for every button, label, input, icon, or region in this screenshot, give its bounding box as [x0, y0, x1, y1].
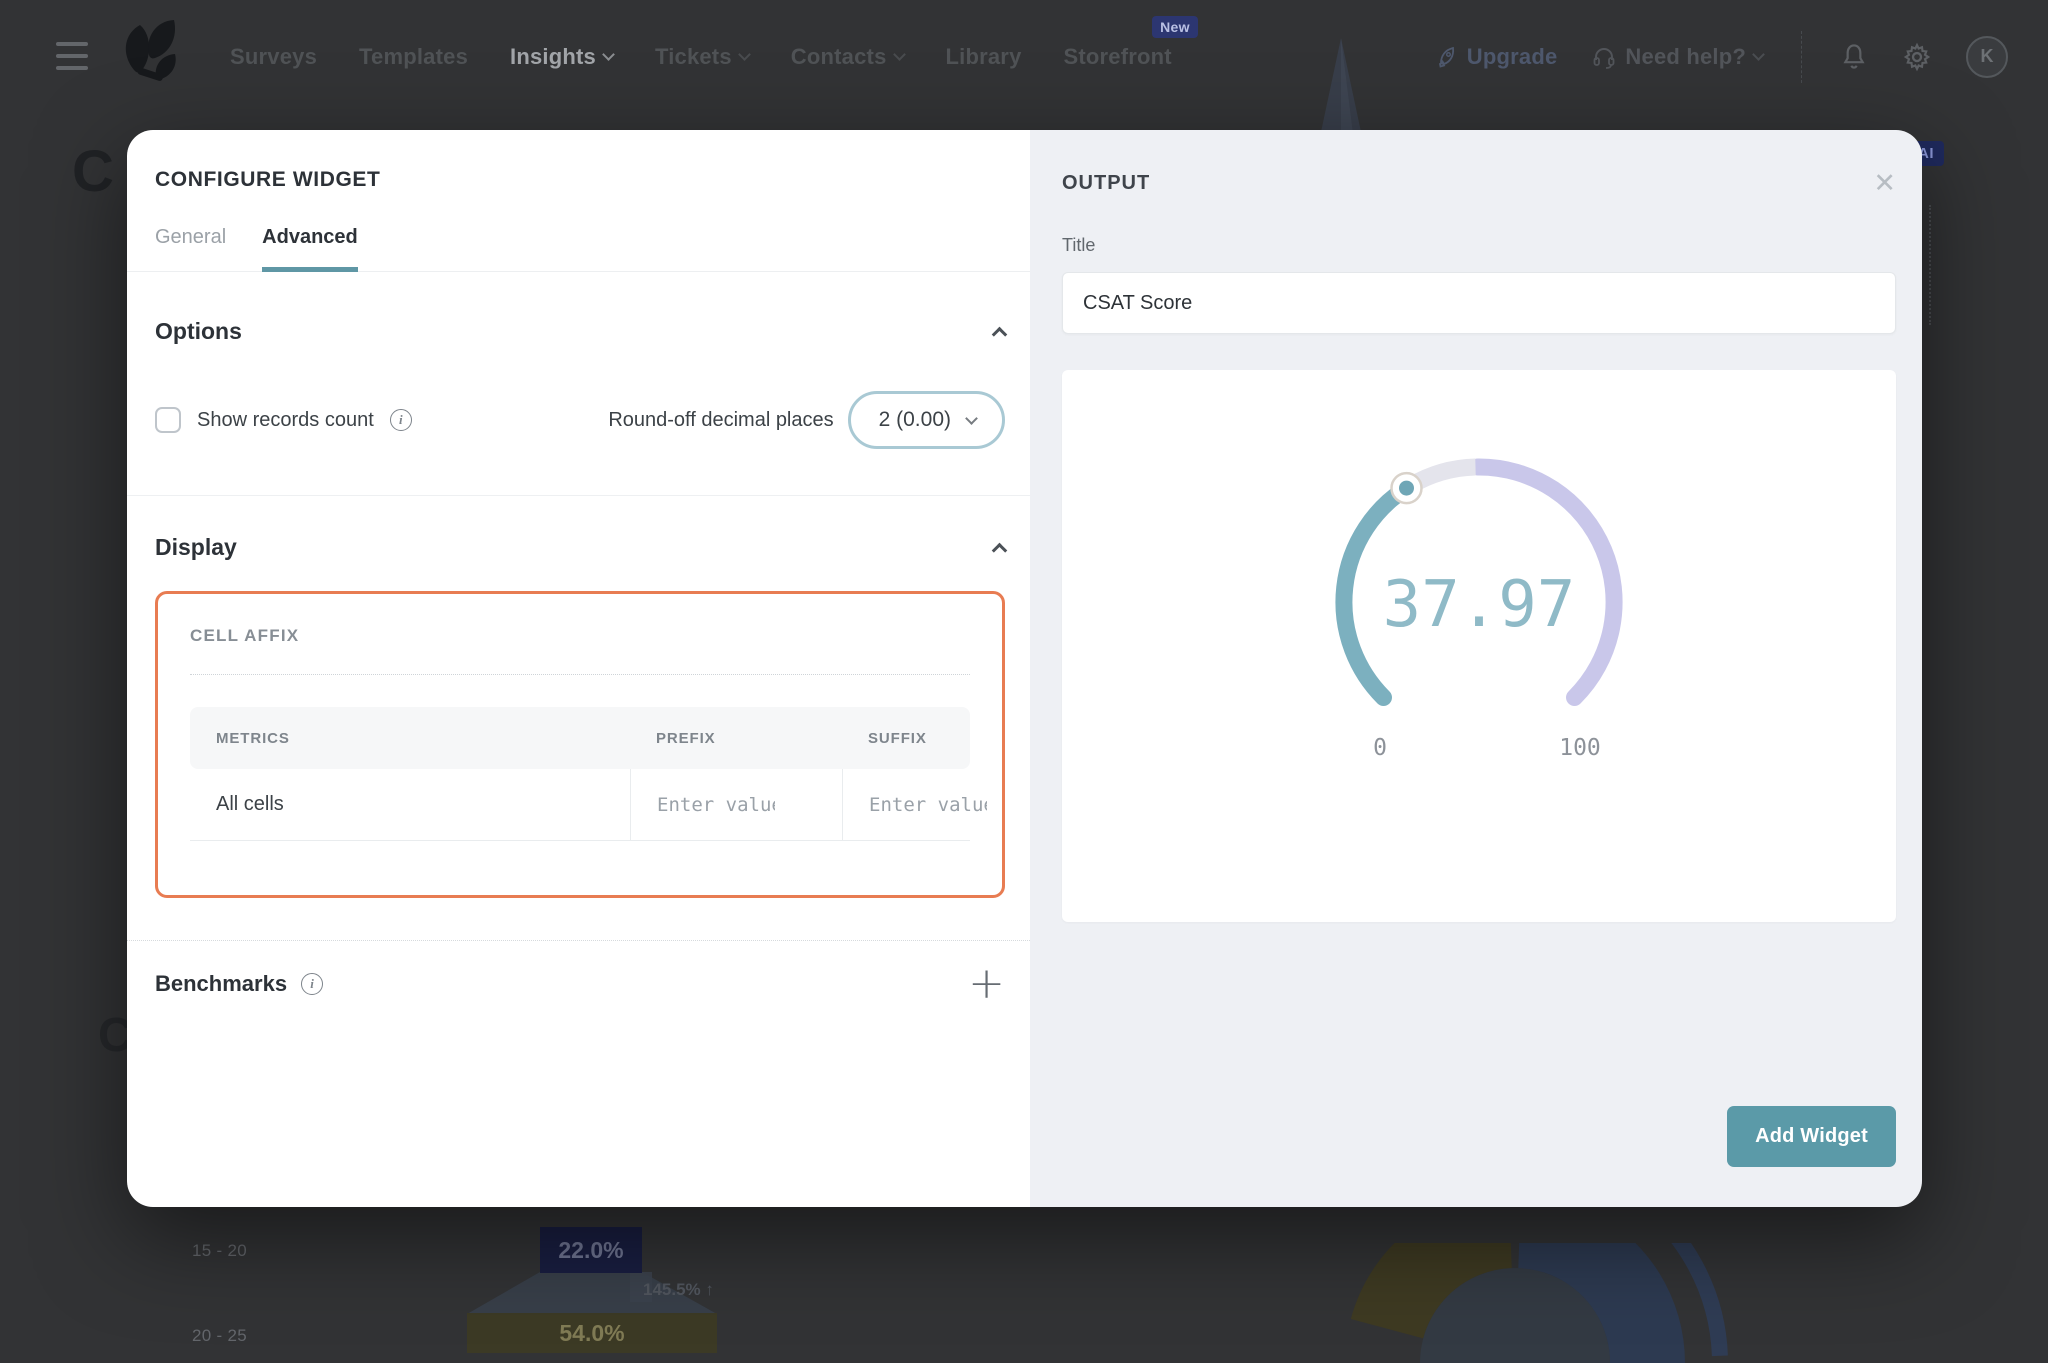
suffix-input[interactable]: [869, 794, 987, 816]
tab-advanced[interactable]: Advanced: [262, 226, 358, 272]
funnel-delta-label: 145.5% ↑: [643, 1280, 714, 1300]
gauge-chart: 37.97 0 100: [1314, 434, 1644, 770]
settings-gear-icon[interactable]: [1902, 42, 1932, 72]
funnel-bar-value: 54.0%: [467, 1313, 717, 1353]
gauge-marker-dot: [1399, 481, 1414, 496]
options-controls-row: Show records count i Round-off decimal p…: [155, 391, 1005, 449]
configure-panel: CONFIGURE WIDGET General Advanced Option…: [127, 130, 1030, 1207]
configure-widget-modal: CONFIGURE WIDGET General Advanced Option…: [127, 130, 1922, 1207]
section-divider: [127, 495, 1030, 496]
add-benchmark-button[interactable]: +: [968, 969, 1005, 999]
column-header-metrics: METRICS: [190, 730, 630, 747]
chevron-down-icon: [602, 48, 615, 61]
output-panel: OUTPUT ✕ Title 37.97 0 100 Add Widget: [1030, 130, 1922, 1207]
widget-preview-card: 37.97 0 100: [1062, 370, 1896, 922]
background-donut-chart: [1340, 1243, 1740, 1363]
gauge-max-label: 100: [1559, 735, 1601, 761]
nav-item-contacts[interactable]: Contacts: [791, 44, 904, 70]
title-field-label: Title: [1062, 235, 1896, 256]
chevron-down-icon: [738, 48, 751, 61]
show-records-label: Show records count: [197, 409, 374, 432]
funnel-bar-value: 22.0%: [540, 1227, 642, 1273]
gauge-value-text: 37.97: [1383, 568, 1576, 642]
prefix-input[interactable]: [657, 794, 775, 816]
headset-icon: [1591, 44, 1617, 70]
add-widget-button[interactable]: Add Widget: [1727, 1106, 1896, 1167]
roundoff-selected-value: 2 (0.00): [879, 408, 951, 432]
collapse-chevron-up-icon[interactable]: [992, 327, 1008, 343]
section-divider-dotted: [127, 940, 1030, 941]
show-records-checkbox[interactable]: [155, 407, 181, 433]
column-header-suffix: SUFFIX: [842, 730, 970, 747]
funnel-range-label: 20 - 25: [192, 1326, 247, 1346]
cell-affix-divider: [190, 674, 970, 675]
tab-general[interactable]: General: [155, 226, 226, 272]
cell-affix-highlight-box: CELL AFFIX METRICS PREFIX SUFFIX All cel…: [155, 591, 1005, 898]
nav-item-storefront[interactable]: Storefront New: [1064, 44, 1172, 70]
nav-item-surveys[interactable]: Surveys: [230, 44, 317, 70]
modal-title: CONFIGURE WIDGET: [155, 168, 1005, 192]
metric-cell: All cells: [190, 769, 630, 840]
nav-item-templates[interactable]: Templates: [359, 44, 468, 70]
options-heading: Options: [155, 318, 242, 345]
roundoff-select[interactable]: 2 (0.00): [848, 391, 1005, 449]
nav-right-group: Upgrade Need help? K: [1435, 31, 2008, 83]
upgrade-button[interactable]: Upgrade: [1435, 44, 1558, 70]
info-icon[interactable]: i: [390, 409, 412, 431]
close-icon[interactable]: ✕: [1873, 170, 1896, 197]
top-navigation: Surveys Templates Insights Tickets Conta…: [0, 0, 2048, 105]
nav-item-library[interactable]: Library: [946, 44, 1022, 70]
background-dotted-line: [1929, 205, 1931, 325]
table-row: All cells: [190, 769, 970, 841]
chevron-down-icon: [1752, 48, 1765, 61]
user-avatar[interactable]: K: [1966, 36, 2008, 78]
background-page-heading-fragment: C: [72, 138, 114, 205]
app-logo-leaves-icon[interactable]: [112, 15, 188, 93]
collapse-chevron-up-icon[interactable]: [992, 543, 1008, 559]
display-section-header: Display: [155, 534, 1005, 561]
benchmarks-section-header: Benchmarks i +: [155, 969, 1005, 999]
new-badge: New: [1152, 16, 1198, 38]
table-header-row: METRICS PREFIX SUFFIX: [190, 707, 970, 769]
need-help-menu[interactable]: Need help?: [1591, 44, 1763, 70]
cell-affix-table: METRICS PREFIX SUFFIX All cells: [190, 707, 970, 841]
gauge-min-label: 0: [1373, 735, 1387, 761]
column-header-prefix: PREFIX: [630, 730, 842, 747]
nav-item-insights[interactable]: Insights: [510, 44, 613, 70]
options-section-header: Options: [155, 318, 1005, 345]
nav-item-tickets[interactable]: Tickets: [655, 44, 749, 70]
widget-title-input[interactable]: [1062, 272, 1896, 334]
info-icon[interactable]: i: [301, 973, 323, 995]
output-heading: OUTPUT: [1062, 172, 1150, 195]
benchmarks-heading: Benchmarks: [155, 971, 287, 997]
cell-affix-label: CELL AFFIX: [190, 626, 984, 646]
hamburger-menu-icon[interactable]: [56, 42, 88, 70]
rocket-icon: [1435, 45, 1459, 69]
roundoff-label: Round-off decimal places: [608, 409, 833, 432]
chevron-down-icon: [965, 412, 978, 425]
funnel-range-label: 15 - 20: [192, 1241, 247, 1261]
chevron-down-icon: [893, 48, 906, 61]
nav-divider: [1801, 31, 1802, 83]
primary-nav-items: Surveys Templates Insights Tickets Conta…: [230, 44, 1172, 70]
notifications-bell-icon[interactable]: [1840, 42, 1868, 72]
configure-tabs: General Advanced: [155, 226, 1005, 272]
display-heading: Display: [155, 534, 237, 561]
